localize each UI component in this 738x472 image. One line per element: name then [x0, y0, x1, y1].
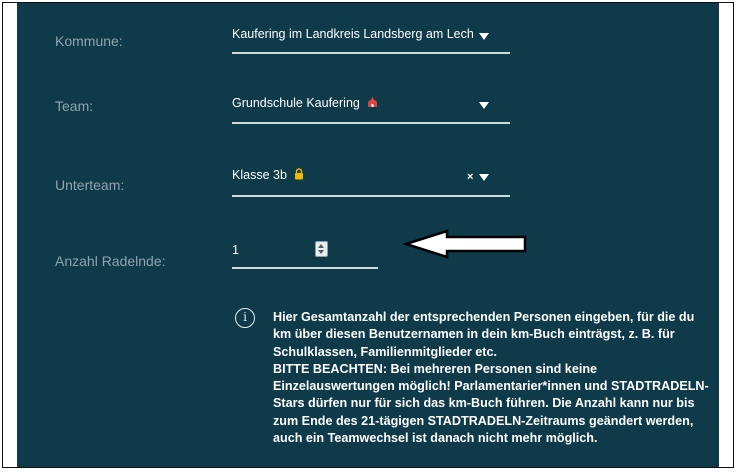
settings-panel: Kommune: Kaufering im Landkreis Landsber…: [17, 3, 719, 467]
anzahl-input[interactable]: 1: [232, 243, 239, 257]
school-building-icon: [367, 97, 378, 107]
arrow-left-icon: [403, 229, 527, 259]
info-paragraph-2: BITTE BEACHTEN: Bei mehreren Personen si…: [273, 361, 709, 446]
quantity-stepper[interactable]: [315, 241, 328, 257]
team-underline: [232, 122, 510, 124]
stepper-down-icon[interactable]: [318, 250, 324, 254]
unterteam-underline: [232, 195, 510, 197]
screenshot-frame: Kommune: Kaufering im Landkreis Landsber…: [2, 2, 734, 468]
anzahl-underline: [232, 267, 378, 269]
chevron-down-icon[interactable]: [479, 174, 489, 181]
kommune-value: Kaufering im Landkreis Landsberg am Lech: [232, 27, 474, 41]
chevron-down-icon[interactable]: [479, 102, 489, 109]
stepper-up-icon[interactable]: [318, 244, 324, 248]
info-icon: i: [235, 308, 255, 328]
anzahl-label: Anzahl Radelnde:: [55, 253, 166, 269]
unterteam-select[interactable]: Klasse 3b: [232, 168, 304, 182]
lock-icon: [295, 168, 304, 180]
clear-selection-button[interactable]: ×: [467, 171, 473, 183]
unterteam-value: Klasse 3b: [232, 168, 287, 182]
chevron-down-icon[interactable]: [479, 33, 489, 40]
kommune-label: Kommune:: [55, 33, 123, 49]
unterteam-label: Unterteam:: [55, 177, 125, 193]
team-value: Grundschule Kaufering: [232, 96, 360, 110]
info-text: Hier Gesamtanzahl der entsprechenden Per…: [273, 309, 713, 447]
kommune-underline: [232, 52, 510, 54]
kommune-select[interactable]: Kaufering im Landkreis Landsberg am Lech: [232, 27, 474, 41]
anzahl-value: 1: [232, 243, 239, 257]
team-select[interactable]: Grundschule Kaufering: [232, 96, 378, 110]
info-paragraph-1: Hier Gesamtanzahl der entsprechenden Per…: [273, 310, 695, 359]
team-label: Team:: [55, 98, 94, 114]
